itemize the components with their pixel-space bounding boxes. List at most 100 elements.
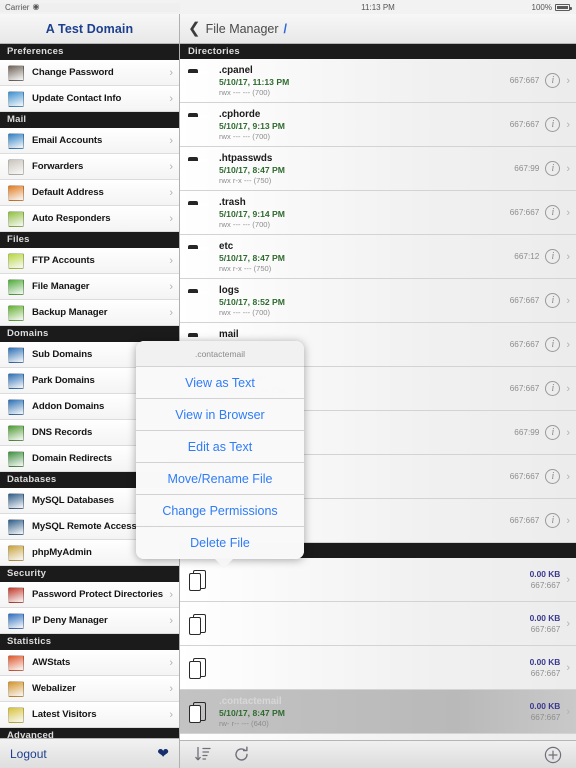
chevron-left-icon[interactable]: ❮ xyxy=(188,21,201,36)
info-circle-icon[interactable]: i xyxy=(545,293,561,308)
row-owner: 667:667 xyxy=(509,120,540,129)
info-circle-icon[interactable]: i xyxy=(545,337,561,352)
chevron-right-icon: › xyxy=(169,92,173,105)
row-owner: 667:99 xyxy=(514,428,540,437)
breadcrumb-path[interactable]: / xyxy=(284,22,287,36)
popover-item-move-rename-file[interactable]: Move/Rename File xyxy=(136,463,304,495)
status-bar-right: 100% xyxy=(531,0,572,14)
info-circle-icon[interactable]: i xyxy=(545,161,561,176)
sidebar-item-label: Update Contact Info xyxy=(32,93,122,104)
directory-row[interactable]: .trash 5/10/17, 9:14 PM rwx --- --- (700) 6… xyxy=(180,191,576,235)
info-circle-icon[interactable]: i xyxy=(545,513,561,528)
file-row[interactable]: 0.00 KB 667:667 › xyxy=(180,646,576,690)
sidebar-item-change-password[interactable]: Change Password › xyxy=(0,60,179,86)
sidebar-item-auto-responders[interactable]: Auto Responders › xyxy=(0,206,179,232)
row-meta: 667:667 xyxy=(493,296,540,305)
row-trailing: 0.00 KB 667:667 › xyxy=(514,568,570,590)
sidebar-item-latest-visitors[interactable]: Latest Visitors › xyxy=(0,702,179,728)
sidebar-navbar: A Test Domain xyxy=(0,14,179,44)
directory-row[interactable]: .htpasswds 5/10/17, 8:47 PM rwx r-x --- (7… xyxy=(180,147,576,191)
sidebar-item-label: Webalizer xyxy=(32,683,76,694)
file-actions-popover[interactable]: .contactemail View as Text View in Browse… xyxy=(136,341,304,568)
sidebar-section-header: Files xyxy=(0,232,179,248)
directory-row[interactable]: .cphorde 5/10/17, 9:13 PM rwx --- --- (700… xyxy=(180,103,576,147)
file-row[interactable]: 0.00 KB 667:667 › xyxy=(180,558,576,602)
row-date: 5/10/17, 8:52 PM xyxy=(219,296,285,307)
row-date: 5/10/17, 11:13 PM xyxy=(219,76,290,87)
row-date: 5/10/17, 9:14 PM xyxy=(219,208,285,219)
popover-item-edit-as-text[interactable]: Edit as Text xyxy=(136,431,304,463)
file-icon xyxy=(188,657,210,679)
sidebar-item-update-contact-info[interactable]: Update Contact Info › xyxy=(0,86,179,112)
info-circle-icon[interactable]: i xyxy=(545,425,561,440)
add-circle-icon[interactable] xyxy=(544,746,562,764)
sidebar-item-ftp-accounts[interactable]: FTP Accounts › xyxy=(0,248,179,274)
info-circle-icon[interactable]: i xyxy=(545,381,561,396)
contact-icon xyxy=(8,90,24,107)
sort-descending-icon[interactable] xyxy=(194,746,211,763)
sidebar-section-header: Advanced xyxy=(0,728,179,738)
row-owner: 667:99 xyxy=(514,164,540,173)
info-circle-icon[interactable]: i xyxy=(545,469,561,484)
row-meta: 667:667 xyxy=(493,516,540,525)
battery-percent-label: 100% xyxy=(531,2,552,12)
sidebar-item-password-protect-directories[interactable]: Password Protect Directories › xyxy=(0,582,179,608)
sidebar-item-label: FTP Accounts xyxy=(32,255,95,266)
folder-icon xyxy=(188,202,210,224)
popover-item-view-as-text[interactable]: View as Text xyxy=(136,367,304,399)
row-info: .cpanel 5/10/17, 11:13 PM rwx --- --- (700… xyxy=(219,65,493,97)
sidebar-item-file-manager[interactable]: File Manager › xyxy=(0,274,179,300)
sidebar-item-default-address[interactable]: Default Address › xyxy=(0,180,179,206)
row-name: .cpanel xyxy=(219,64,253,76)
sidebar-item-awstats[interactable]: AWStats › xyxy=(0,650,179,676)
sub-domain-icon xyxy=(8,346,24,363)
info-circle-icon[interactable]: i xyxy=(545,249,561,264)
sidebar-item-webalizer[interactable]: Webalizer › xyxy=(0,676,179,702)
info-circle-icon[interactable]: i xyxy=(545,73,561,88)
popover-item-change-permissions[interactable]: Change Permissions xyxy=(136,495,304,527)
sidebar-item-email-accounts[interactable]: Email Accounts › xyxy=(0,128,179,154)
chevron-right-icon: › xyxy=(169,186,173,199)
sidebar-section-header: Preferences xyxy=(0,44,179,60)
popover-item-list[interactable]: View as Text View in Browser Edit as Text M… xyxy=(136,367,304,559)
info-circle-icon[interactable]: i xyxy=(545,205,561,220)
row-meta: 667:667 xyxy=(493,384,540,393)
popover-item-delete-file[interactable]: Delete File xyxy=(136,527,304,559)
row-name: logs xyxy=(219,284,240,296)
park-domain-icon xyxy=(8,372,24,389)
info-circle-icon[interactable]: i xyxy=(545,117,561,132)
row-permissions: rwx --- --- (700) xyxy=(219,219,271,229)
row-owner: 667:667 xyxy=(509,340,540,349)
sidebar-item-forwarders[interactable]: Forwarders › xyxy=(0,154,179,180)
sidebar-item-label: Password Protect Directories xyxy=(32,589,164,600)
sidebar-item-ip-deny-manager[interactable]: IP Deny Manager › xyxy=(0,608,179,634)
row-permissions: rwx --- --- (700) xyxy=(219,87,271,97)
refresh-icon[interactable] xyxy=(233,746,250,763)
chevron-right-icon: › xyxy=(566,514,570,527)
logout-button[interactable]: Logout xyxy=(10,747,47,761)
chevron-right-icon: › xyxy=(169,682,173,695)
file-row[interactable]: 0.00 KB 667:667 › xyxy=(180,602,576,646)
sidebar-item-backup-manager[interactable]: Backup Manager › xyxy=(0,300,179,326)
chevron-right-icon: › xyxy=(566,617,570,630)
lock-folder-icon xyxy=(8,586,24,603)
toolbar-left-group xyxy=(194,746,250,763)
heart-icon[interactable]: ❤ xyxy=(157,745,169,762)
row-size: 0.00 KB xyxy=(529,568,561,579)
row-owner: 667:12 xyxy=(514,252,540,261)
row-size: 0.00 KB xyxy=(529,656,561,667)
directory-row[interactable]: .cpanel 5/10/17, 11:13 PM rwx --- --- (700… xyxy=(180,59,576,103)
popover-item-view-in-browser[interactable]: View in Browser xyxy=(136,399,304,431)
chevron-right-icon: › xyxy=(566,206,570,219)
file-row[interactable]: .contactemail 5/10/17, 8:47 PM rw- r-- ---… xyxy=(180,690,576,734)
addon-domain-icon xyxy=(8,398,24,415)
row-meta: 0.00 KB 667:667 xyxy=(514,701,561,722)
back-button-label[interactable]: File Manager xyxy=(206,22,279,36)
sidebar-section-header: Domains xyxy=(0,326,179,342)
directory-row[interactable]: logs 5/10/17, 8:52 PM rwx --- --- (700) 667… xyxy=(180,279,576,323)
file-row[interactable]: .gemrc5/10/17, 8:47 PMrw- r-- r-- (644)0… xyxy=(180,734,576,740)
row-owner: 667:667 xyxy=(509,516,540,525)
directory-row[interactable]: etc 5/10/17, 8:47 PM rwx r-x --- (750) 667:… xyxy=(180,235,576,279)
popover-arrow xyxy=(214,558,234,568)
mysql-icon xyxy=(8,492,24,509)
